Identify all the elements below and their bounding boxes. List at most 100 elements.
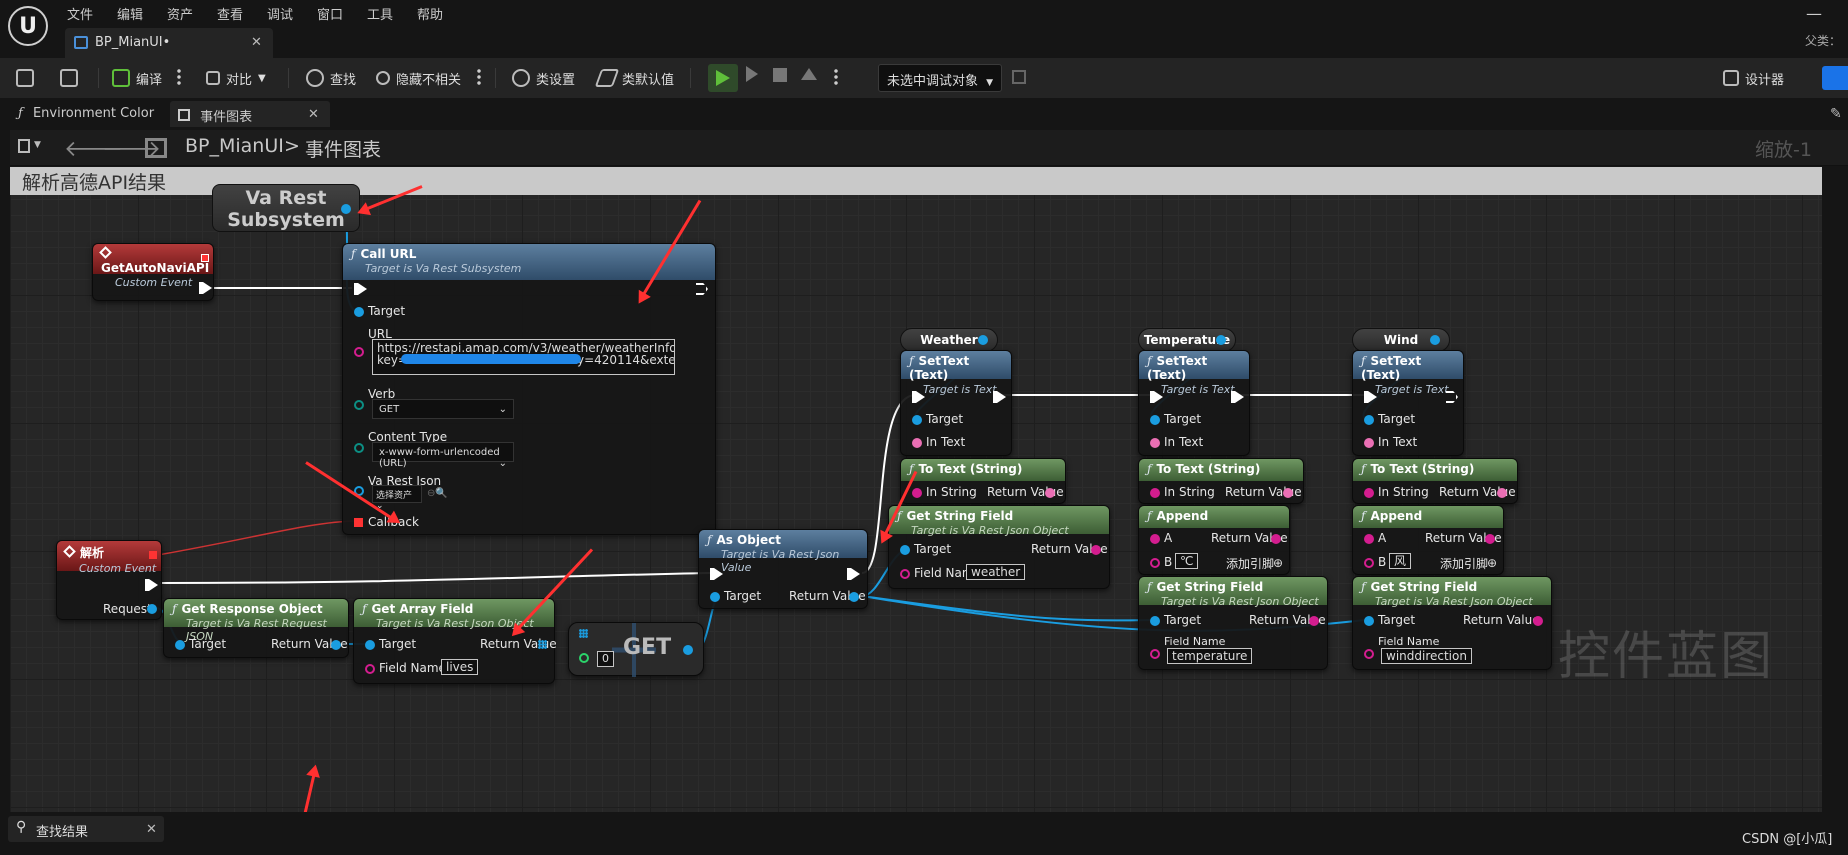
return-pin[interactable] — [1497, 488, 1507, 498]
variable-output-pin[interactable] — [978, 335, 988, 345]
index-pin[interactable] — [579, 653, 589, 663]
b-input[interactable]: 风 — [1389, 553, 1412, 569]
field-name-pin[interactable] — [1150, 649, 1160, 659]
variable-output-pin[interactable] — [1216, 335, 1226, 345]
target-pin[interactable] — [900, 545, 910, 555]
close-icon[interactable]: ✕ — [251, 35, 262, 50]
in-text-pin[interactable] — [1364, 438, 1374, 448]
in-text-pin[interactable] — [1150, 438, 1160, 448]
b-input[interactable]: ℃ — [1175, 553, 1199, 569]
return-pin[interactable] — [331, 640, 341, 650]
exec-in-pin[interactable] — [912, 391, 925, 403]
in-string-pin[interactable] — [912, 488, 922, 498]
target-pin[interactable] — [1150, 616, 1160, 626]
document-tab-bp-mianui[interactable]: BP_MianUI• ✕ — [65, 28, 273, 58]
event-parse-node[interactable]: 解析 Custom Event Request — [56, 540, 162, 620]
weather-to-text-node[interactable]: ƒ To Text (String) In String Return Value — [900, 458, 1066, 504]
target-pin[interactable] — [1364, 616, 1374, 626]
menu-window[interactable]: 窗口 — [317, 4, 343, 23]
target-pin[interactable] — [354, 307, 364, 317]
diff-button[interactable]: 对比 ▼ — [206, 66, 266, 90]
return-pin[interactable] — [1283, 488, 1293, 498]
target-pin[interactable] — [912, 415, 922, 425]
get-response-object-node[interactable]: ƒ Get Response Object Target is Va Rest R… — [163, 598, 349, 658]
find-results-tab[interactable]: ⚲ 查找结果 ✕ — [8, 816, 164, 842]
eject-icon[interactable] — [801, 68, 817, 80]
compile-button[interactable]: 编译 — [112, 66, 162, 90]
exec-out-pin[interactable] — [145, 579, 158, 591]
class-settings-button[interactable]: 类设置 — [512, 66, 575, 90]
exec-out-pin[interactable] — [1231, 391, 1244, 403]
return-pin[interactable] — [1045, 488, 1055, 498]
temperature-set-text-node[interactable]: ƒ SetText (Text) Target is Text Target In… — [1138, 350, 1250, 456]
array-pin-icon[interactable] — [538, 640, 547, 649]
verb-select[interactable]: GET ⌄ — [372, 399, 514, 419]
find-button[interactable]: 查找 — [306, 66, 356, 90]
exec-in-pin[interactable] — [710, 568, 723, 580]
class-defaults-button[interactable]: 类默认值 — [594, 66, 674, 90]
target-pin[interactable] — [1364, 415, 1374, 425]
field-name-input[interactable]: winddirection — [1381, 648, 1472, 664]
variable-output-pin[interactable] — [1430, 335, 1440, 345]
menu-view[interactable]: 查看 — [217, 4, 243, 23]
menu-asset[interactable]: 资产 — [167, 4, 193, 23]
get-array-field-node[interactable]: ƒ Get Array Field Target is Va Rest Json … — [353, 598, 557, 684]
stop-icon[interactable] — [773, 68, 787, 82]
add-pin-label[interactable]: 添加引脚 — [1226, 555, 1274, 572]
menu-edit[interactable]: 编辑 — [117, 4, 143, 23]
b-pin[interactable] — [1150, 558, 1160, 568]
in-text-pin[interactable] — [912, 438, 922, 448]
target-pin[interactable] — [1150, 415, 1160, 425]
verb-pin[interactable] — [354, 400, 364, 410]
exec-out-pin[interactable] — [199, 282, 212, 294]
menu-file[interactable]: 文件 — [67, 4, 93, 23]
debug-object-select[interactable]: 未选中调试对象 ▼ — [878, 64, 1002, 92]
weather-set-text-node[interactable]: ƒ SetText (Text) Target is Text Target In… — [900, 350, 1012, 456]
hierarchy-icon[interactable] — [145, 138, 167, 158]
play-options-icon[interactable] — [834, 68, 838, 86]
field-name-pin[interactable] — [365, 664, 375, 674]
debug-filter-icon[interactable] — [1012, 70, 1026, 84]
element-output-pin[interactable] — [683, 645, 693, 655]
a-pin[interactable] — [1150, 534, 1160, 544]
unreal-logo-icon[interactable]: U — [8, 6, 48, 46]
menu-debug[interactable]: 调试 — [267, 4, 293, 23]
exec-out-pin[interactable] — [847, 568, 860, 580]
array-get-node[interactable]: GET 0 — [568, 622, 704, 677]
exec-out-pin[interactable] — [696, 283, 708, 295]
play-button[interactable] — [708, 64, 738, 92]
return-pin[interactable] — [1309, 616, 1319, 626]
get-string-temperature-node[interactable]: ƒ Get String Field Target is Va Rest Json… — [1138, 576, 1328, 670]
wind-set-text-node[interactable]: ƒ SetText (Text) Target is Text Target In… — [1352, 350, 1464, 456]
array-input-pin[interactable] — [579, 629, 588, 638]
tab-event-graph[interactable]: 事件图表 ✕ — [170, 101, 330, 127]
asset-picker[interactable]: 选择资产 ⌄ — [372, 485, 422, 511]
field-name-input[interactable]: lives — [441, 659, 479, 675]
index-input[interactable]: 0 — [597, 651, 614, 667]
request-pin[interactable] — [147, 604, 157, 614]
return-pin[interactable] — [1533, 616, 1543, 626]
a-pin[interactable] — [1364, 534, 1374, 544]
add-pin-label[interactable]: 添加引脚 — [1440, 555, 1488, 572]
compile-options-icon[interactable] — [177, 68, 181, 86]
browse-button[interactable] — [60, 66, 78, 90]
get-string-wind-node[interactable]: ƒ Get String Field Target is Va Rest Json… — [1352, 576, 1552, 670]
add-pin-icon[interactable]: ⊕ — [1487, 556, 1497, 570]
temperature-append-node[interactable]: ƒ Append A Return Value B ℃ 添加引脚 ⊕ — [1138, 505, 1290, 575]
graph-mode-button[interactable] — [1822, 66, 1848, 90]
delegate-pin-icon[interactable] — [201, 254, 209, 262]
call-url-node[interactable]: ƒ Call URL Target is Va Rest Subsystem Ta… — [342, 243, 716, 535]
minimize-icon[interactable]: — — [1806, 4, 1822, 23]
exec-in-pin[interactable] — [354, 283, 367, 295]
menu-help[interactable]: 帮助 — [417, 4, 443, 23]
delegate-pin-icon[interactable] — [149, 551, 157, 559]
breadcrumb-graph[interactable]: 事件图表 — [305, 135, 381, 162]
in-string-pin[interactable] — [1364, 488, 1374, 498]
field-name-input[interactable]: weather — [966, 564, 1026, 580]
get-string-weather-node[interactable]: ƒ Get String Field Target is Va Rest Json… — [888, 505, 1110, 589]
exec-out-pin[interactable] — [993, 391, 1006, 403]
return-pin[interactable] — [1091, 545, 1101, 555]
event-get-auto-navi-node[interactable]: GetAutoNaviAPI Custom Event — [92, 243, 214, 301]
target-pin[interactable] — [365, 640, 375, 650]
asset-browse-icon[interactable]: ⊖🔍 — [427, 488, 448, 499]
